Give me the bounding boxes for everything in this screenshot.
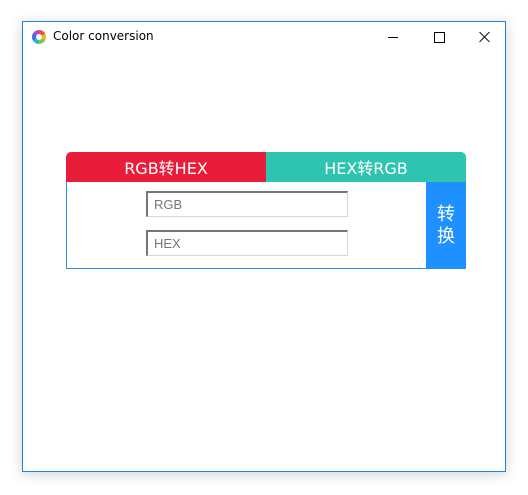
maximize-icon	[433, 31, 445, 43]
window-title: Color conversion	[53, 29, 154, 43]
convert-button-label-line1: 转	[437, 203, 455, 225]
tab-hex-to-rgb[interactable]: HEX转RGB	[266, 152, 466, 182]
convert-button-label-line2: 换	[437, 225, 455, 247]
tab-rgb-to-hex[interactable]: RGB转HEX	[66, 152, 266, 182]
color-wheel-icon	[32, 30, 46, 44]
title-bar[interactable]: Color conversion	[23, 22, 505, 52]
app-window: Color conversion RGB转HEX HEX转RGB 转 换	[22, 21, 506, 472]
convert-button[interactable]: 转 换	[426, 182, 466, 269]
converter-card: RGB转HEX HEX转RGB 转 换	[66, 152, 466, 269]
close-icon	[479, 31, 491, 43]
rgb-input[interactable]	[146, 191, 348, 217]
close-button[interactable]	[462, 22, 508, 52]
minimize-icon	[388, 36, 398, 38]
hex-input[interactable]	[146, 230, 348, 256]
maximize-button[interactable]	[416, 22, 462, 52]
converter-panel	[66, 182, 466, 269]
minimize-button[interactable]	[370, 22, 416, 52]
